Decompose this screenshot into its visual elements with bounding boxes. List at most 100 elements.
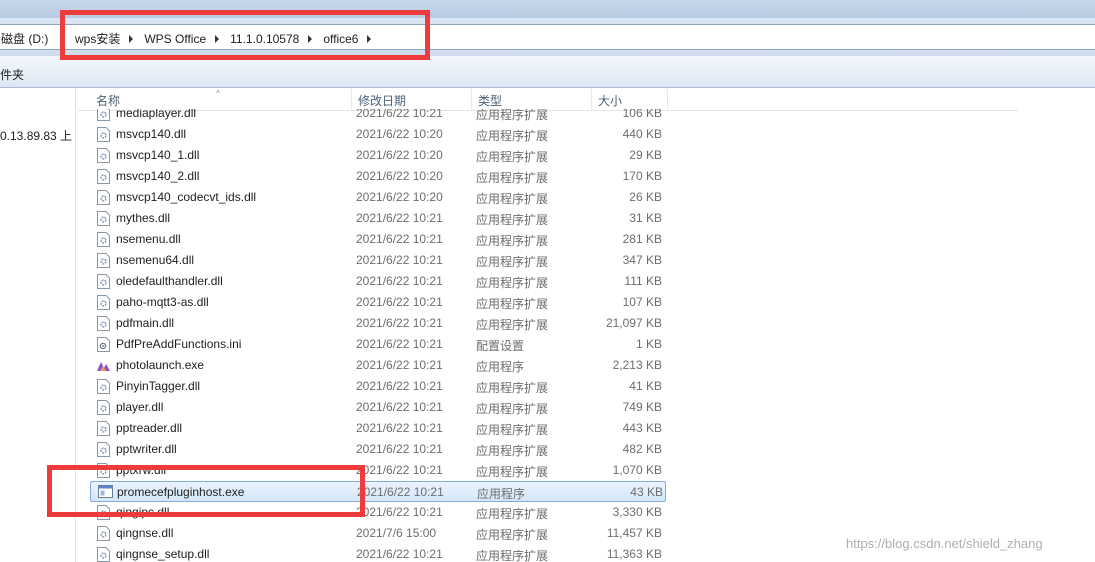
file-row[interactable]: oledefaulthandler.dll 2021/6/22 10:21 应用程序… (90, 271, 666, 292)
dll-file-icon (97, 316, 110, 331)
file-row[interactable]: msvcp140_codecvt_ids.dll 2021/6/22 10:20 应… (90, 187, 666, 208)
file-type: 应用程序扩展 (476, 192, 549, 206)
file-type: 应用程序扩展 (476, 234, 549, 248)
exe-window-icon (98, 485, 113, 500)
file-name: pptxrw.dll (116, 463, 167, 477)
file-size: 31 KB (629, 211, 662, 225)
column-header-name[interactable]: 名称 (90, 89, 352, 111)
file-row-selected[interactable]: promecefpluginhost.exe 2021/6/22 10:21 应用程… (90, 481, 666, 502)
file-modified-date: 2021/6/22 10:21 (356, 274, 443, 288)
file-type: 应用程序扩展 (476, 549, 549, 562)
breadcrumb-item[interactable]: WPS Office (141, 32, 209, 46)
file-modified-date: 2021/6/22 10:21 (356, 421, 443, 435)
file-modified-date: 2021/7/6 15:00 (356, 526, 437, 540)
file-type: 应用程序扩展 (476, 381, 549, 395)
file-name: pdfmain.dll (116, 316, 175, 330)
dll-file-icon (97, 127, 110, 142)
file-row[interactable]: player.dll 2021/6/22 10:21 应用程序扩展 749 KB (90, 397, 666, 418)
dll-file-icon (97, 148, 110, 163)
file-modified-date: 2021/6/22 10:21 (357, 485, 444, 499)
file-type: 应用程序扩展 (476, 402, 549, 416)
file-name: promecefpluginhost.exe (117, 485, 245, 499)
column-header-type[interactable]: 类型 (472, 89, 592, 111)
file-modified-date: 2021/6/22 10:21 (356, 379, 443, 393)
window-title-bar (0, 0, 1095, 18)
column-header-size[interactable]: 大小 (592, 89, 668, 111)
file-name: qingnse_setup.dll (116, 547, 210, 561)
file-type: 应用程序扩展 (476, 423, 549, 437)
breadcrumb-arrow-icon[interactable] (367, 34, 372, 43)
file-row[interactable]: pptxrw.dll 2021/6/22 10:21 应用程序扩展 1,070 KB (90, 460, 666, 481)
file-size: 440 KB (622, 127, 662, 141)
file-modified-date: 2021/6/22 10:21 (356, 211, 443, 225)
file-modified-date: 2021/6/22 10:20 (356, 148, 443, 162)
file-row[interactable]: nsemenu64.dll 2021/6/22 10:21 应用程序扩展 347 KB (90, 250, 666, 271)
nav-item-network-location[interactable]: 0.13.89.83 上 (0, 127, 72, 144)
file-size: 107 KB (622, 295, 662, 309)
column-header-date[interactable]: 修改日期 (352, 89, 472, 111)
breadcrumb-item[interactable]: 11.1.0.10578 (227, 32, 302, 46)
file-type: 应用程序扩展 (476, 109, 549, 122)
address-bar[interactable]: 磁盘 (D:) wps安装 WPS Office 11.1.0.10578 offic… (0, 24, 1095, 50)
dll-file-icon (97, 526, 110, 541)
file-name: mythes.dll (116, 211, 171, 225)
dll-file-icon (97, 442, 110, 457)
file-type: 应用程序扩展 (476, 318, 549, 332)
dll-file-icon (97, 463, 110, 478)
address-drive-crumb[interactable]: 磁盘 (D:) (1, 30, 48, 47)
file-type: 应用程序扩展 (476, 528, 549, 542)
file-modified-date: 2021/6/22 10:20 (356, 127, 443, 141)
file-type: 应用程序扩展 (476, 255, 549, 269)
new-folder-button[interactable]: 件夹 (0, 66, 24, 83)
file-row[interactable]: pdfmain.dll 2021/6/22 10:21 应用程序扩展 21,097 K… (90, 313, 666, 334)
dll-file-icon (97, 169, 110, 184)
file-row[interactable]: msvcp140_1.dll 2021/6/22 10:20 应用程序扩展 29 KB (90, 145, 666, 166)
file-modified-date: 2021/6/22 10:21 (356, 400, 443, 414)
file-size: 749 KB (622, 400, 662, 414)
file-row[interactable]: nsemenu.dll 2021/6/22 10:21 应用程序扩展 281 KB (90, 229, 666, 250)
navigation-pane: 0.13.89.83 上 (0, 89, 76, 562)
file-name: msvcp140_1.dll (116, 148, 200, 162)
toolbar: 件夹 (0, 56, 1095, 88)
file-size: 21,097 KB (605, 316, 662, 330)
file-row[interactable]: pptreader.dll 2021/6/22 10:21 应用程序扩展 443 KB (90, 418, 666, 439)
breadcrumb-arrow-icon[interactable] (215, 34, 220, 43)
file-type: 应用程序扩展 (476, 171, 549, 185)
file-row[interactable]: pptwriter.dll 2021/6/22 10:21 应用程序扩展 482 KB (90, 439, 666, 460)
file-modified-date: 2021/6/22 10:21 (356, 109, 443, 120)
dll-file-icon (97, 421, 110, 436)
file-type: 应用程序 (477, 487, 526, 501)
file-size: 11,363 KB (606, 547, 662, 561)
breadcrumb-item[interactable]: wps安装 (72, 30, 123, 47)
breadcrumb-arrow-icon[interactable] (129, 34, 134, 43)
file-size: 2,213 KB (612, 358, 662, 372)
file-row[interactable]: qingipc.dll 2021/6/22 10:21 应用程序扩展 3,330 KB (90, 502, 666, 523)
file-modified-date: 2021/6/22 10:21 (356, 316, 443, 330)
breadcrumb-arrow-icon[interactable] (308, 34, 313, 43)
file-type: 应用程序扩展 (476, 444, 549, 458)
dll-file-icon (97, 190, 110, 205)
file-name: msvcp140_2.dll (116, 169, 200, 183)
file-name: pptwriter.dll (116, 442, 177, 456)
file-size: 3,330 KB (612, 505, 662, 519)
file-row[interactable]: qingnse.dll 2021/7/6 15:00 应用程序扩展 11,457 KB (90, 523, 666, 544)
file-type: 应用程序扩展 (476, 276, 549, 290)
file-row[interactable]: PinyinTagger.dll 2021/6/22 10:21 应用程序扩展 41 … (90, 376, 666, 397)
file-type: 应用程序扩展 (476, 129, 549, 143)
breadcrumb-item[interactable]: office6 (320, 32, 361, 46)
file-row[interactable]: qingnse_setup.dll 2021/6/22 10:21 应用程序扩展 11… (90, 544, 666, 562)
file-modified-date: 2021/6/22 10:21 (356, 505, 443, 519)
file-row[interactable]: msvcp140.dll 2021/6/22 10:20 应用程序扩展 440 KB (90, 124, 666, 145)
file-row[interactable]: mythes.dll 2021/6/22 10:21 应用程序扩展 31 KB (90, 208, 666, 229)
file-modified-date: 2021/6/22 10:21 (356, 442, 443, 456)
file-row[interactable]: mediaplayer.dll 2021/6/22 10:21 应用程序扩展 106 … (90, 109, 666, 124)
file-modified-date: 2021/6/22 10:20 (356, 169, 443, 183)
file-row[interactable]: PdfPreAddFunctions.ini 2021/6/22 10:21 配置设… (90, 334, 666, 355)
file-row[interactable]: photolaunch.exe 2021/6/22 10:21 应用程序 2,213 … (90, 355, 666, 376)
file-row[interactable]: msvcp140_2.dll 2021/6/22 10:20 应用程序扩展 170 K… (90, 166, 666, 187)
file-row[interactable]: paho-mqtt3-as.dll 2021/6/22 10:21 应用程序扩展 10… (90, 292, 666, 313)
file-modified-date: 2021/6/22 10:21 (356, 337, 443, 351)
dll-file-icon (97, 109, 110, 121)
file-size: 11,457 KB (606, 526, 662, 540)
file-modified-date: 2021/6/22 10:21 (356, 358, 443, 372)
